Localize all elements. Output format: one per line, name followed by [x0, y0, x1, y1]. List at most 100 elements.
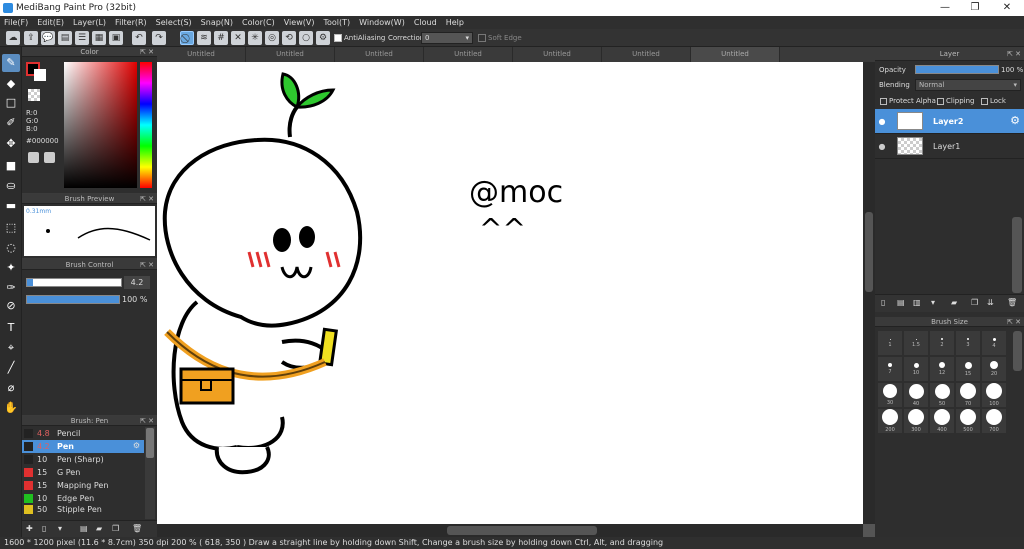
tab-document-1[interactable]: Untitled — [157, 47, 246, 62]
brush-item-g-pen[interactable]: 15 G Pen — [22, 466, 144, 479]
redo-icon[interactable]: ↷ — [152, 31, 166, 45]
brush-size-cell[interactable]: 70 — [956, 383, 980, 407]
brush-item-edge-pen[interactable]: 10 Edge Pen — [22, 492, 144, 505]
soft-edge-checkbox[interactable] — [478, 34, 486, 42]
duplicate-layer-icon[interactable]: ❐ — [971, 298, 978, 307]
brush-size-cell[interactable]: 1.5 — [904, 331, 928, 355]
snap-off-icon[interactable]: ⃠ — [180, 31, 194, 45]
folder-icon[interactable]: ▰ — [951, 298, 957, 307]
pen-tool-icon[interactable]: ✎ — [2, 54, 20, 72]
brush-item-pen-sharp[interactable]: 10 Pen (Sharp) — [22, 453, 144, 466]
menu-tool[interactable]: Tool(T) — [323, 16, 350, 29]
divide-tool-icon[interactable]: ╱ — [2, 359, 20, 377]
folder-icon[interactable]: ▰ — [96, 524, 102, 533]
brush-size-cell[interactable]: 500 — [956, 409, 980, 433]
hue-slider[interactable] — [140, 62, 152, 188]
brush-size-cell[interactable]: 40 — [904, 383, 928, 407]
text-tool-icon[interactable]: T — [2, 319, 20, 337]
menu-cloud[interactable]: Cloud — [414, 16, 437, 29]
tab-document-6[interactable]: Untitled — [602, 47, 691, 62]
color-saturation-field[interactable] — [64, 62, 137, 188]
layer-item-layer1[interactable]: ● Layer1 — [875, 134, 1024, 159]
brush-size-value[interactable]: 4.2 — [124, 276, 150, 289]
lasso-tool-icon[interactable]: ◌ — [2, 239, 20, 257]
brush-size-cell[interactable]: 3 — [956, 331, 980, 355]
brush-size-slider[interactable] — [26, 278, 122, 287]
brush-size-cell[interactable]: 2 — [930, 331, 954, 355]
snap-settings-icon[interactable]: ⚙ — [316, 31, 330, 45]
menu-file[interactable]: File(F) — [4, 16, 28, 29]
merge-layer-icon[interactable]: ⇊ — [987, 298, 994, 307]
brush-size-cell[interactable]: 7 — [878, 357, 902, 381]
menu-layer[interactable]: Layer(L) — [73, 16, 106, 29]
close-button[interactable]: ✕ — [992, 1, 1022, 15]
select-pen-tool-icon[interactable]: ✑ — [2, 279, 20, 297]
maximize-button[interactable]: ❐ — [960, 1, 990, 15]
brush-list-scrollbar[interactable] — [145, 427, 155, 519]
brush-size-cell[interactable]: 30 — [878, 383, 902, 407]
brush-size-cell[interactable]: 50 — [930, 383, 954, 407]
menu-color[interactable]: Color(C) — [242, 16, 275, 29]
fill-icon[interactable]: ▣ — [109, 31, 123, 45]
clipping-checkbox[interactable] — [937, 98, 944, 105]
tab-document-5[interactable]: Untitled — [513, 47, 602, 62]
menu-view[interactable]: View(V) — [284, 16, 315, 29]
brush-item-pen[interactable]: 4.2 Pen ⚙ — [22, 440, 144, 453]
export-icon[interactable]: ⇪ — [24, 31, 38, 45]
select-eraser-tool-icon[interactable]: ⊘ — [2, 297, 20, 315]
tab-document-2[interactable]: Untitled — [246, 47, 335, 62]
brush-size-cell[interactable]: 12 — [930, 357, 954, 381]
new-layer-icon[interactable]: ▯ — [881, 298, 885, 307]
blending-select[interactable]: Normal ▾ — [915, 79, 1021, 91]
new-brush-icon[interactable]: ▯ — [42, 524, 46, 533]
brush-item-pencil[interactable]: 4.8 Pencil — [22, 427, 144, 440]
menu-help[interactable]: Help — [446, 16, 464, 29]
brush-settings-icon[interactable]: ▤ — [80, 524, 88, 533]
snap-cross-icon[interactable]: ✕ — [231, 31, 245, 45]
menu-snap[interactable]: Snap(N) — [201, 16, 233, 29]
brush-opacity-slider[interactable] — [26, 295, 120, 304]
new-8bit-layer-icon[interactable]: ▥ — [913, 298, 921, 307]
protect-alpha-checkbox[interactable] — [880, 98, 887, 105]
list-icon[interactable]: ☰ — [75, 31, 89, 45]
trash-icon[interactable]: 🗑 — [1007, 298, 1017, 307]
palette-icon[interactable] — [28, 152, 39, 163]
brush-size-cell[interactable]: 10 — [904, 357, 928, 381]
brush-tool-icon[interactable]: ✐ — [2, 114, 20, 132]
new-halftone-layer-icon[interactable]: ▤ — [897, 298, 905, 307]
brush-item-mapping-pen[interactable]: 15 Mapping Pen — [22, 479, 144, 492]
tab-document-3[interactable]: Untitled — [335, 47, 424, 62]
canvas-horizontal-scrollbar[interactable] — [157, 524, 863, 537]
brush-size-cell[interactable]: 4 — [982, 331, 1006, 355]
gradient-tool-icon[interactable]: ▬ — [2, 197, 20, 215]
gear-icon[interactable]: ⚙ — [133, 441, 140, 450]
menu-select[interactable]: Select(S) — [156, 16, 192, 29]
brush-size-cell[interactable]: 300 — [904, 409, 928, 433]
comment-icon[interactable]: 💬 — [41, 31, 55, 45]
color-picker-icon[interactable] — [44, 152, 55, 163]
snap-curve-icon[interactable]: ⟲ — [282, 31, 296, 45]
fill-shape-tool-icon[interactable]: ■ — [2, 157, 20, 175]
brush-size-cell[interactable]: 20 — [982, 357, 1006, 381]
snap-grid-icon[interactable]: # — [214, 31, 228, 45]
rectangle-tool-icon[interactable]: □ — [2, 94, 20, 112]
layer-list-scrollbar[interactable] — [1012, 217, 1022, 293]
brush-size-scrollbar[interactable] — [1013, 331, 1022, 371]
copy-icon[interactable]: ❐ — [112, 524, 119, 533]
brush-size-cell[interactable]: 400 — [930, 409, 954, 433]
select-tool-icon[interactable]: ⬚ — [2, 219, 20, 237]
add-brush-icon[interactable]: ✚ — [26, 524, 33, 533]
eye-icon[interactable]: ● — [875, 117, 889, 126]
eye-icon[interactable]: ● — [875, 142, 889, 151]
tab-document-7[interactable]: Untitled — [691, 47, 780, 62]
brush-size-cell[interactable]: 1 — [878, 331, 902, 355]
gear-icon[interactable]: ⚙ — [1010, 114, 1020, 127]
bucket-tool-icon[interactable]: ⛀ — [2, 177, 20, 195]
close-icon[interactable]: ⇱ ✕ — [140, 416, 154, 426]
operation-tool-icon[interactable]: ⌖ — [2, 339, 20, 357]
undo-icon[interactable]: ↶ — [132, 31, 146, 45]
transparent-color-swatch[interactable] — [28, 89, 40, 101]
minimize-button[interactable]: — — [930, 1, 960, 15]
brush-size-cell[interactable]: 700 — [982, 409, 1006, 433]
layer-item-layer2[interactable]: ● Layer2 ⚙ — [875, 109, 1024, 134]
